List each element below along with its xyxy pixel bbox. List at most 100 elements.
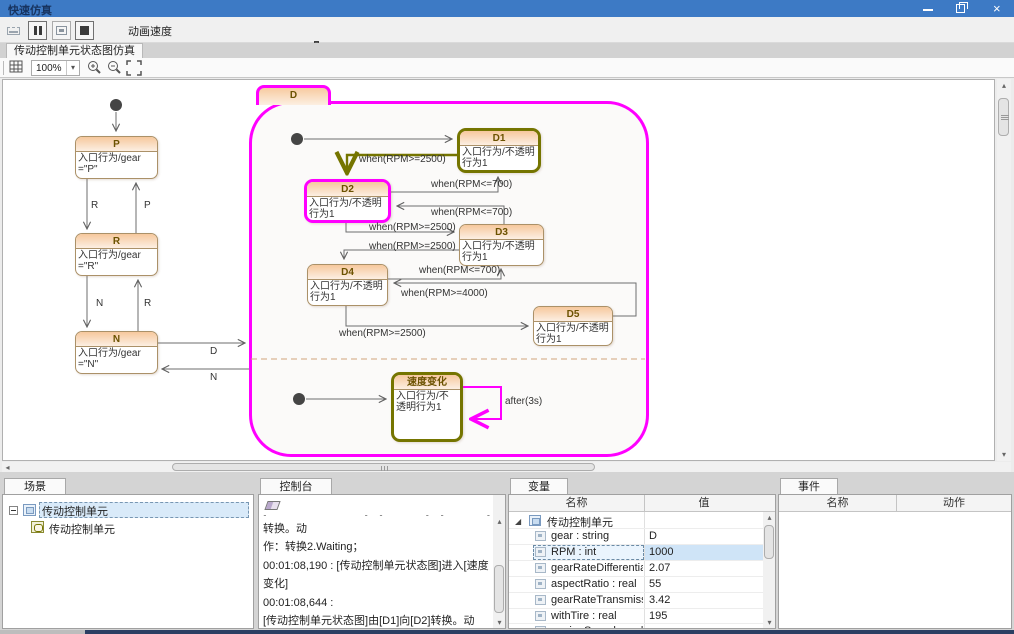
column-action[interactable]: 动作: [897, 495, 1011, 512]
transition-label: D: [210, 346, 217, 357]
window-title: 快速仿真: [8, 2, 52, 18]
state-D5[interactable]: D5 入口行为/不透明行为1: [533, 306, 613, 346]
scene-panel: 传动控制单元 传动控制单元: [2, 494, 254, 629]
hscrollbar-thumb[interactable]: [172, 463, 595, 471]
console-log[interactable]: [传动控制单元状态图]由[速度变化]向[速度变化]转换。动 作：转换2.Wait…: [263, 515, 491, 627]
tab-console[interactable]: 控制台: [260, 478, 332, 495]
initial-state-icon: [291, 133, 303, 145]
transition-label: when(RPM>=4000): [401, 288, 488, 299]
tree-expanded-icon[interactable]: ◢: [515, 517, 521, 526]
quick-simulation-window: 快速仿真 × 动画速度 传动控制单元状态图仿真 100% ▾: [0, 0, 1014, 634]
log-line: 00:01:08,644 :: [263, 594, 491, 613]
variables-table-header: 名称 值: [509, 495, 775, 512]
minimize-button[interactable]: [913, 0, 943, 17]
transition-label: when(RPM>=2500): [369, 241, 456, 252]
initial-state-icon: [110, 99, 122, 111]
step-icon: [56, 26, 67, 35]
variables-panel: 名称 值 ◢ 传动控制单元 gear : string D: [508, 494, 776, 629]
column-name[interactable]: 名称: [509, 495, 644, 512]
fit-to-window-button[interactable]: [126, 60, 143, 76]
transition-label: when(RPM<=700): [419, 265, 500, 276]
zoom-in-button[interactable]: [86, 60, 103, 76]
close-button[interactable]: ×: [985, 0, 1014, 17]
console-scrollbar-thumb[interactable]: [494, 565, 504, 613]
grid-icon: [9, 60, 24, 74]
titlebar: 快速仿真 ×: [0, 0, 1014, 17]
transition-label: N: [96, 298, 103, 309]
state-R[interactable]: R 入口行为/gear="R": [75, 233, 158, 276]
canvas-vscrollbar[interactable]: ▴ ▾: [997, 79, 1011, 461]
tab-events[interactable]: 事件: [780, 478, 838, 495]
variable-row-gear[interactable]: gear : string D: [509, 529, 775, 545]
variables-scrollbar[interactable]: ▴ ▾: [763, 512, 776, 629]
transition-label: P: [144, 200, 151, 211]
tab-statechart-simulation[interactable]: 传动控制单元状态图仿真: [6, 43, 143, 58]
chevron-down-icon[interactable]: ▾: [66, 61, 79, 75]
scroll-up-icon[interactable]: ▴: [763, 513, 776, 522]
zoom-out-icon: [106, 60, 122, 76]
initial-state-icon: [293, 393, 305, 405]
run-button[interactable]: [4, 21, 23, 40]
variable-row-aspectRatio[interactable]: aspectRatio : real 55: [509, 577, 775, 593]
scroll-up-icon[interactable]: ▴: [997, 81, 1011, 90]
vscrollbar-thumb[interactable]: [998, 98, 1009, 136]
transition-after-3s-self: [463, 387, 501, 419]
step-button[interactable]: [52, 21, 71, 40]
state-D2[interactable]: D2 入口行为/不透明行为1: [304, 179, 391, 223]
log-line: [传动控制单元状态图]由[速度变化]向[速度变化]转换。动: [263, 515, 491, 538]
transition-label: when(RPM>=2500): [359, 154, 446, 165]
block-icon: [529, 515, 541, 526]
transition-label: when(RPM<=700): [431, 179, 512, 190]
variable-row-gearRateDifferential[interactable]: gearRateDifferential... 2.07: [509, 561, 775, 577]
variable-row-rpm[interactable]: RPM : int 1000: [509, 545, 775, 561]
scroll-left-icon[interactable]: ◂: [3, 463, 12, 472]
statechart-canvas[interactable]: D: [2, 79, 995, 461]
variable-row-root[interactable]: ◢ 传动控制单元: [509, 513, 775, 529]
state-N[interactable]: N 入口行为/gear="N": [75, 331, 158, 374]
maximize-button[interactable]: [946, 0, 976, 17]
bottom-strip: [0, 630, 85, 634]
state-P[interactable]: P 入口行为/gear="P": [75, 136, 158, 179]
variables-scrollbar-thumb[interactable]: [764, 525, 774, 559]
restore-icon: [956, 4, 965, 13]
canvas-hscrollbar[interactable]: ◂: [2, 462, 1011, 472]
variable-icon: [535, 595, 546, 605]
scroll-down-icon[interactable]: ▾: [763, 618, 776, 627]
state-D4[interactable]: D4 入口行为/不透明行为1: [307, 264, 388, 306]
clear-console-icon[interactable]: [264, 501, 280, 510]
state-D3[interactable]: D3 入口行为/不透明行为1: [459, 224, 544, 266]
grid-button[interactable]: [9, 60, 26, 76]
scroll-up-icon[interactable]: ▴: [493, 517, 506, 526]
tree-item-transmission-unit-child[interactable]: 传动控制单元: [49, 521, 115, 537]
variable-icon: [535, 579, 546, 589]
pause-button[interactable]: [28, 21, 47, 40]
column-name[interactable]: 名称: [779, 495, 896, 512]
block-icon: [23, 504, 36, 516]
variable-row-gearRateTransmission[interactable]: gearRateTransmissi... 3.42: [509, 593, 775, 609]
zoom-level-value: 100%: [36, 63, 62, 74]
scroll-down-icon[interactable]: ▾: [997, 450, 1011, 459]
stop-button[interactable]: [75, 21, 94, 40]
transition-D4-to-D5: [346, 306, 528, 326]
variable-icon: [535, 531, 546, 541]
variable-icon: [535, 563, 546, 573]
column-value[interactable]: 值: [645, 495, 763, 512]
tab-scene[interactable]: 场景: [4, 478, 66, 495]
transition-label: when(RPM>=2500): [339, 328, 426, 339]
console-scrollbar[interactable]: ▴ ▾: [493, 495, 506, 629]
run-icon: [7, 27, 20, 35]
tree-item-transmission-unit[interactable]: 传动控制单元: [39, 502, 249, 518]
events-table-header: 名称 动作: [779, 495, 1011, 512]
bottom-panel-area: 场景 传动控制单元 传动控制单元 控制台 [传动控制单元状态图]由[速度变化]向…: [0, 472, 1014, 630]
log-line: 00:01:08,190 : [传动控制单元状态图]进入[速度变化]: [263, 557, 491, 594]
tab-variables[interactable]: 变量: [510, 478, 568, 495]
simulation-toolbar: 动画速度: [0, 17, 1014, 43]
zoom-level-select[interactable]: 100% ▾: [31, 60, 80, 76]
state-speed-change[interactable]: 速度变化 入口行为/不透明行为1: [391, 372, 463, 442]
log-line: [传动控制单元状态图]由[D1]向[D2]转换。动作：转换2.C: [263, 612, 491, 627]
tree-collapse-icon[interactable]: [9, 506, 18, 515]
scroll-down-icon[interactable]: ▾: [493, 618, 506, 627]
state-D1[interactable]: D1 入口行为/不透明行为1: [457, 128, 541, 173]
zoom-out-button[interactable]: [106, 60, 123, 76]
variable-row-engineSpeed[interactable]: engineSpeed : real: [509, 624, 775, 629]
